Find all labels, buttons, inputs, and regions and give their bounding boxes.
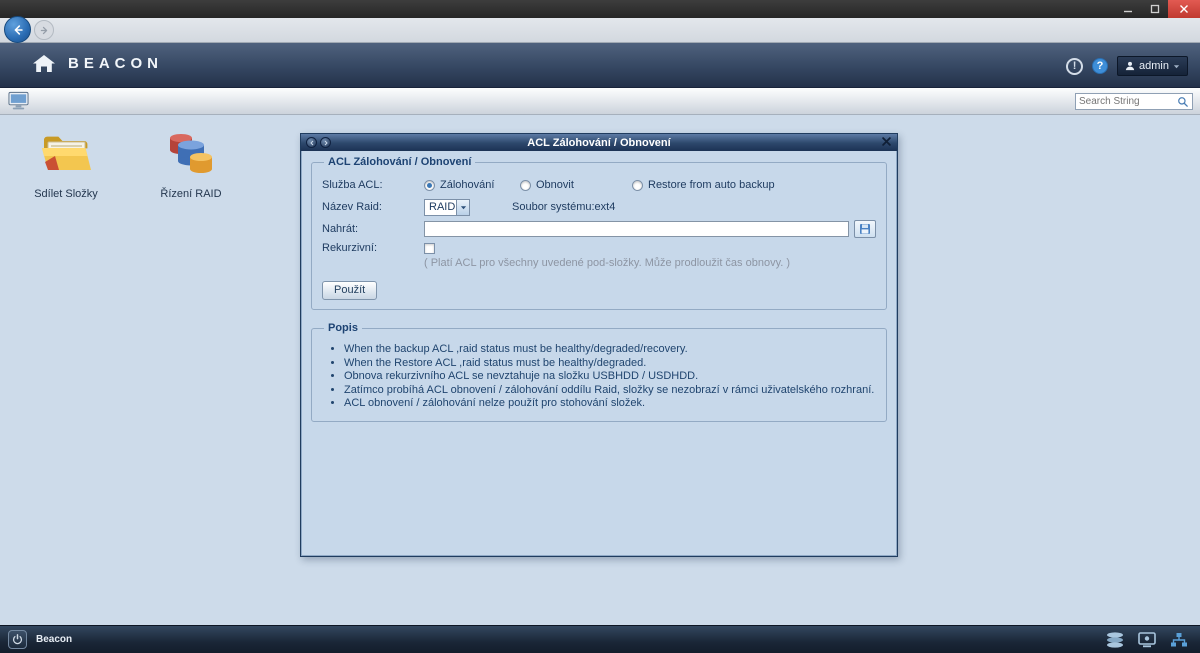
filesystem-label: Soubor systému:ext4 [512, 201, 615, 213]
network-icon[interactable] [1170, 632, 1188, 648]
browser-back-button[interactable] [4, 16, 31, 43]
user-menu-caret-icon [1173, 63, 1180, 70]
recursive-checkbox[interactable] [424, 243, 435, 254]
maximize-icon [1150, 4, 1160, 14]
raid-icon [164, 128, 218, 183]
raid-select[interactable]: RAID [424, 199, 470, 216]
recursive-label: Rekurzivní: [322, 242, 424, 254]
acl-settings-section: ACL Zálohování / Obnovení Služba ACL: Zá… [311, 156, 887, 310]
description-item: When the Restore ACL ,raid status must b… [344, 357, 876, 369]
acl-dialog: ACL Zálohování / Obnovení ACL Zálohování… [300, 133, 898, 557]
section-title: ACL Zálohování / Obnovení [324, 156, 475, 168]
monitor-status-icon[interactable] [1138, 632, 1156, 648]
window-close-button[interactable] [1168, 0, 1200, 18]
acl-service-label: Služba ACL: [322, 179, 424, 191]
status-bar: Beacon [0, 625, 1200, 653]
desktop-icon-label: Řízení RAID [141, 188, 241, 200]
raid-select-caret-icon[interactable] [456, 200, 469, 215]
dialog-body: ACL Zálohování / Obnovení Služba ACL: Zá… [301, 151, 897, 556]
desktop-icon-shared-folders[interactable]: Sdílet Složky [16, 128, 116, 200]
dialog-close-button[interactable] [882, 137, 891, 146]
radio-option-restore[interactable]: Obnovit [520, 179, 632, 191]
power-button[interactable] [8, 630, 27, 649]
user-icon [1125, 61, 1135, 71]
radio-option-backup[interactable]: Zálohování [424, 179, 520, 191]
search-icon[interactable] [1177, 96, 1189, 108]
apply-button[interactable]: Použít [322, 281, 377, 300]
radio-backup-label: Zálohování [440, 179, 494, 191]
app-toolbar [0, 88, 1200, 115]
window-minimize-button[interactable] [1114, 0, 1141, 18]
radio-backup[interactable] [424, 180, 435, 191]
brand-title: BEACON [68, 55, 163, 72]
window-maximize-button[interactable] [1141, 0, 1168, 18]
help-icon[interactable]: ? [1092, 58, 1108, 74]
raid-name-row: Název Raid: RAID Soubor systému:ext4 [322, 196, 876, 218]
browse-disk-icon [859, 223, 871, 235]
upload-label: Nahrát: [322, 223, 424, 235]
dialog-title: ACL Zálohování / Obnovení [301, 137, 897, 149]
upload-path-input[interactable] [424, 221, 849, 237]
description-list: When the backup ACL ,raid status must be… [344, 343, 876, 409]
user-name: admin [1139, 60, 1169, 72]
dialog-back-button[interactable] [306, 137, 317, 148]
forward-arrow-icon [39, 25, 50, 36]
browser-chrome [0, 18, 1200, 43]
browse-button[interactable] [854, 220, 876, 238]
dialog-nav-buttons [306, 137, 331, 148]
radio-option-auto-backup[interactable]: Restore from auto backup [632, 179, 775, 191]
power-icon [12, 634, 23, 645]
dialog-titlebar[interactable]: ACL Zálohování / Obnovení [301, 134, 897, 151]
description-section: Popis When the backup ACL ,raid status m… [311, 322, 887, 422]
screen: http://192.168.2.109/adm/index.php BEACO… [0, 0, 1200, 653]
search-box [1075, 93, 1193, 110]
storage-stack-icon[interactable] [1106, 632, 1124, 648]
browser-forward-button[interactable] [34, 20, 54, 40]
statusbar-app-name: Beacon [36, 634, 72, 645]
minimize-icon [1123, 4, 1133, 14]
raid-name-label: Název Raid: [322, 201, 424, 213]
description-title: Popis [324, 322, 362, 334]
brand: BEACON [32, 54, 163, 73]
upload-row: Nahrát: [322, 218, 876, 240]
notifications-icon[interactable]: ! [1066, 58, 1083, 75]
shared-folder-icon [39, 128, 93, 183]
window-titlebar [0, 0, 1200, 18]
header-actions: ! ? admin [1066, 56, 1188, 76]
desktop-icon-label: Sdílet Složky [16, 188, 116, 200]
description-item: ACL obnovení / zálohování nelze použít p… [344, 397, 876, 409]
close-icon [1179, 4, 1189, 14]
acl-service-row: Služba ACL: Zálohování Obnovit Restore f… [322, 174, 876, 196]
description-item: Zatímco probíhá ACL obnovení / zálohován… [344, 384, 876, 396]
desktop: Sdílet Složky Řízení RAID [0, 115, 1200, 625]
beacon-home-logo-icon [32, 54, 56, 73]
recursive-row: Rekurzivní: [322, 240, 876, 256]
description-item: When the backup ACL ,raid status must be… [344, 343, 876, 355]
description-item: Obnova rekurzivního ACL se nevztahuje na… [344, 370, 876, 382]
statusbar-icons [1106, 632, 1188, 648]
recursive-hint: ( Platí ACL pro všechny uvedené pod-slož… [424, 257, 876, 271]
dialog-forward-button[interactable] [320, 137, 331, 148]
desktop-icon-raid-management[interactable]: Řízení RAID [141, 128, 241, 200]
radio-auto-backup[interactable] [632, 180, 643, 191]
radio-auto-backup-label: Restore from auto backup [648, 179, 775, 191]
radio-restore[interactable] [520, 180, 531, 191]
user-menu[interactable]: admin [1117, 56, 1188, 76]
search-input[interactable] [1079, 96, 1177, 107]
show-desktop-icon[interactable] [8, 91, 29, 116]
app-header: BEACON ! ? admin [0, 43, 1200, 88]
back-arrow-icon [11, 23, 25, 37]
radio-restore-label: Obnovit [536, 179, 574, 191]
raid-select-value: RAID [429, 201, 455, 213]
